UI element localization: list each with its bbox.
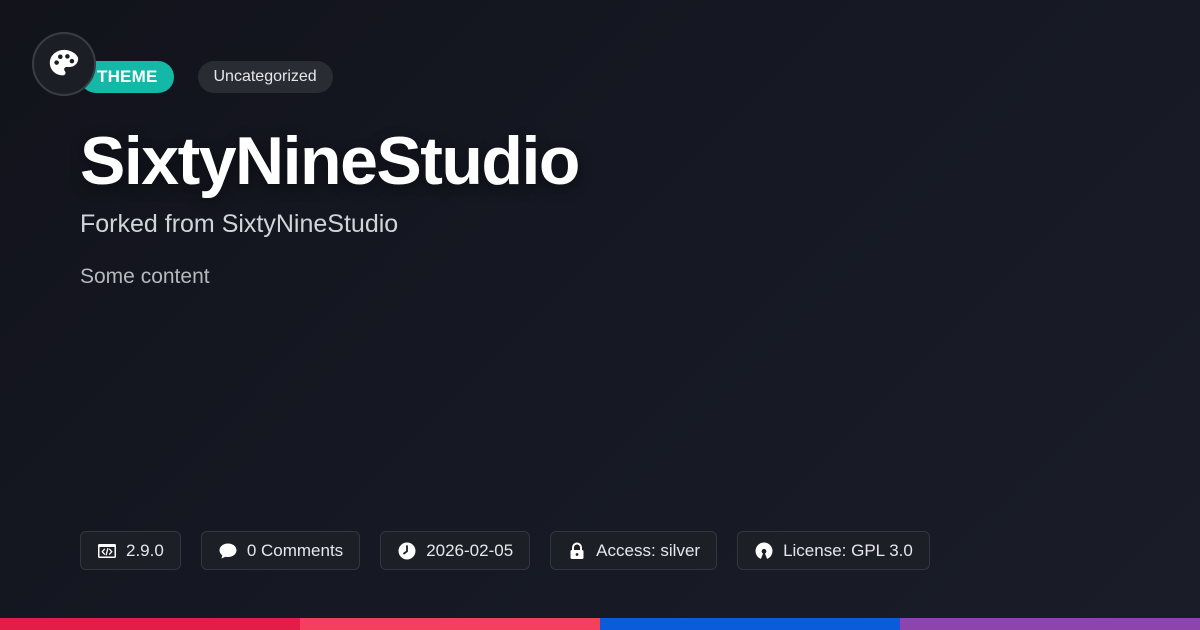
clock-icon bbox=[398, 542, 416, 559]
version-text: 2.9.0 bbox=[126, 540, 164, 560]
license-meta[interactable]: License: GPL 3.0 bbox=[737, 531, 930, 570]
stripe-segment bbox=[300, 618, 600, 630]
badge-row: THEME Uncategorized bbox=[80, 61, 333, 93]
lock-icon bbox=[570, 542, 584, 559]
code-icon bbox=[98, 543, 116, 558]
stripe-segment bbox=[600, 618, 900, 630]
site-logo[interactable] bbox=[32, 32, 96, 96]
stripe-segment bbox=[900, 618, 1200, 630]
access-meta: Access: silver bbox=[550, 531, 718, 570]
open-source-icon bbox=[755, 542, 773, 559]
comment-icon bbox=[219, 543, 237, 558]
comments-text: 0 Comments bbox=[246, 540, 344, 560]
color-stripe bbox=[0, 618, 1200, 630]
meta-row: 2.9.0 0 Comments 2026-02-05 Access: silv… bbox=[80, 531, 930, 570]
category-badge[interactable]: Uncategorized bbox=[197, 61, 333, 93]
page-title: SixtyNineStudio bbox=[80, 123, 580, 199]
page-content: Some content bbox=[80, 265, 210, 288]
access-text: Access: silver bbox=[596, 540, 701, 560]
version-meta: 2.9.0 bbox=[80, 531, 181, 570]
date-text: 2026-02-05 bbox=[426, 540, 514, 560]
stripe-segment bbox=[0, 618, 300, 630]
date-meta: 2026-02-05 bbox=[380, 531, 531, 570]
palette-icon bbox=[49, 49, 79, 76]
license-text: License: GPL 3.0 bbox=[783, 540, 913, 560]
page-subtitle: Forked from SixtyNineStudio bbox=[80, 210, 399, 238]
comments-meta[interactable]: 0 Comments bbox=[200, 531, 361, 570]
